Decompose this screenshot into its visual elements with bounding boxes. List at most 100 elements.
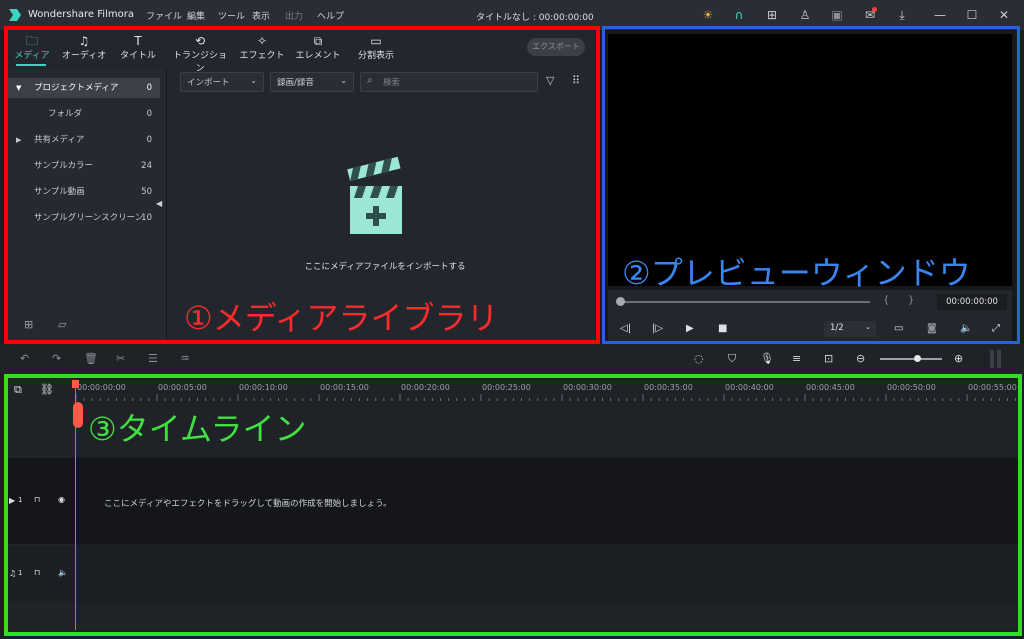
marker-icon[interactable]: ⛉ xyxy=(728,352,736,366)
account-icon[interactable]: ♙ xyxy=(797,7,813,23)
search-input[interactable]: ⌕ 検索 xyxy=(360,72,538,92)
render-icon[interactable]: ◌ xyxy=(694,352,704,365)
sidebar-divider xyxy=(166,70,167,341)
zoom-slider[interactable] xyxy=(880,358,942,360)
sidebar-item-sample-color[interactable]: サンプルカラー 24 xyxy=(8,156,160,176)
collapse-sidebar-icon[interactable]: ◀ xyxy=(156,199,162,208)
add-track-icon[interactable]: ⧉ xyxy=(14,383,22,397)
step-back-icon[interactable]: ◁| xyxy=(620,323,631,334)
sidebar-item-project-media[interactable]: ▼ プロジェクトメディア 0 xyxy=(8,78,160,98)
maximize-icon[interactable]: ☐ xyxy=(964,7,980,23)
cut-icon[interactable]: ✂ xyxy=(116,352,125,365)
speaker-icon[interactable]: 🔈 xyxy=(58,568,68,577)
zoom-in-icon[interactable]: ⊕ xyxy=(954,352,963,365)
volume-icon[interactable]: 🔈 xyxy=(960,323,972,334)
expand-right-icon: ▶ xyxy=(16,136,22,144)
expand-down-icon: ▼ xyxy=(16,84,22,92)
filmora-logo-icon xyxy=(9,9,21,21)
video-track-icon: ▶ xyxy=(9,496,16,505)
record-dropdown[interactable]: 録画/録音 ⌄ xyxy=(270,72,354,92)
preview-scrubber[interactable] xyxy=(620,301,870,303)
gift-icon[interactable]: ⊞ xyxy=(764,7,780,23)
zoom-out-icon[interactable]: ⊖ xyxy=(856,352,865,365)
tab-audio[interactable]: ♫ オーディオ xyxy=(58,34,110,61)
delete-icon[interactable]: 🗑 xyxy=(84,352,98,365)
fit-timeline-icon[interactable]: ⊡ xyxy=(824,352,833,365)
step-forward-icon[interactable]: |▷ xyxy=(652,323,663,334)
link-icon[interactable]: ⛓ xyxy=(40,383,54,396)
tab-title[interactable]: T タイトル xyxy=(112,34,164,61)
sidebar-item-folder[interactable]: フォルダ 0 xyxy=(8,104,160,124)
tab-effect[interactable]: ✧ エフェクト xyxy=(236,34,288,61)
eye-icon[interactable]: ◉ xyxy=(58,495,65,504)
mark-out-button[interactable]: } xyxy=(908,295,914,306)
sidebar-item-sample-video[interactable]: サンプル動画 50 xyxy=(8,182,160,202)
sidebar-item-label: フォルダ xyxy=(48,109,83,119)
import-dropdown[interactable]: インポート ⌄ xyxy=(180,72,264,92)
tab-split-screen[interactable]: ▭ 分割表示 xyxy=(350,34,402,61)
clapperboard-icon xyxy=(347,156,402,234)
menu-help[interactable]: ヘルプ xyxy=(317,9,344,22)
close-icon[interactable]: ✕ xyxy=(996,7,1012,23)
sidebar-item-label: サンプル動画 xyxy=(34,187,85,197)
ruler-tick-label: 00:00:15:00 xyxy=(320,383,369,392)
menu-tools[interactable]: ツール xyxy=(218,9,245,22)
minimize-icon[interactable]: — xyxy=(932,7,948,23)
playhead-scissors-marker[interactable] xyxy=(73,402,83,428)
menu-export[interactable]: 出力 xyxy=(285,9,303,22)
playback-quality-dropdown[interactable]: 1/2 ⌄ xyxy=(824,321,876,337)
sidebar-item-shared-media[interactable]: ▶ 共有メディア 0 xyxy=(8,130,160,150)
adjust-icon[interactable]: ☰ xyxy=(148,352,158,365)
stop-icon[interactable]: ■ xyxy=(718,323,727,334)
lock-icon[interactable]: ⊓ xyxy=(34,568,40,577)
tab-element[interactable]: ⧉ エレメント xyxy=(292,34,344,61)
menu-edit[interactable]: 編集 xyxy=(187,9,205,22)
empty-track-area[interactable] xyxy=(8,603,1020,631)
folder-outline-icon[interactable]: ▱ xyxy=(58,318,66,331)
fullscreen-icon[interactable]: ⤢ xyxy=(992,323,1000,334)
audio-wave-icon[interactable]: ♒ xyxy=(180,352,190,365)
search-placeholder: 検索 xyxy=(383,78,401,88)
menu-view[interactable]: 表示 xyxy=(252,9,270,22)
snapshot-icon[interactable]: ◙ xyxy=(927,323,937,334)
grid-view-icon[interactable]: ⠿ xyxy=(572,74,580,87)
filter-icon[interactable]: ▽ xyxy=(546,74,554,87)
lightbulb-icon[interactable]: ☀ xyxy=(700,7,716,23)
tab-label: 分割表示 xyxy=(357,51,394,61)
undo-icon[interactable]: ↶ xyxy=(20,352,29,365)
annotation-label-preview: ②プレビューウィンドウ xyxy=(622,254,971,292)
record-dropdown-label: 録画/録音 xyxy=(277,78,314,88)
mark-in-button[interactable]: { xyxy=(883,295,889,306)
tab-media[interactable]: 🗀 メディア xyxy=(6,34,58,61)
lock-icon[interactable]: ⊓ xyxy=(34,495,40,504)
save-icon[interactable]: ▣ xyxy=(829,7,845,23)
menu-file[interactable]: ファイル xyxy=(146,9,182,22)
ruler-tick-label: 00:00:00:00 xyxy=(77,383,126,392)
preview-timecode: 00:00:00:00 xyxy=(937,294,1007,310)
element-icon: ⧉ xyxy=(313,34,323,48)
zoom-slider-handle[interactable] xyxy=(914,355,921,362)
transition-icon: ⟲ xyxy=(194,34,206,48)
sidebar-item-sample-greenscreen[interactable]: サンプルグリーンスクリーン 10 xyxy=(8,208,160,228)
download-icon[interactable]: ⤓ xyxy=(894,7,910,23)
display-icon[interactable]: ▭ xyxy=(894,323,903,334)
voiceover-icon[interactable]: ≡ xyxy=(792,352,801,365)
tab-label: メディア xyxy=(14,51,50,61)
tab-label: タイトル xyxy=(119,51,156,61)
sidebar-item-count: 0 xyxy=(146,83,152,93)
redo-icon[interactable]: ↷ xyxy=(52,352,61,365)
new-folder-icon[interactable]: ⊞ xyxy=(24,318,33,331)
import-dropdown-label: インポート xyxy=(187,78,230,88)
play-icon[interactable]: ▶ xyxy=(686,323,694,334)
audio-track[interactable] xyxy=(8,546,1020,602)
tab-transition[interactable]: ⟲ トランジション xyxy=(172,34,228,74)
scrubber-handle[interactable] xyxy=(616,297,625,306)
sidebar-item-count: 50 xyxy=(141,187,152,197)
microphone-icon[interactable]: 🎙 xyxy=(760,352,774,365)
headset-icon[interactable]: ∩ xyxy=(731,7,747,23)
export-button[interactable]: エクスポート xyxy=(527,38,585,56)
annotation-label-media-library: ①メディアライブラリ xyxy=(184,299,499,337)
timeline-settings-icon[interactable] xyxy=(990,350,1002,368)
playhead-handle[interactable] xyxy=(72,380,79,388)
playback-quality-value: 1/2 xyxy=(830,323,844,333)
